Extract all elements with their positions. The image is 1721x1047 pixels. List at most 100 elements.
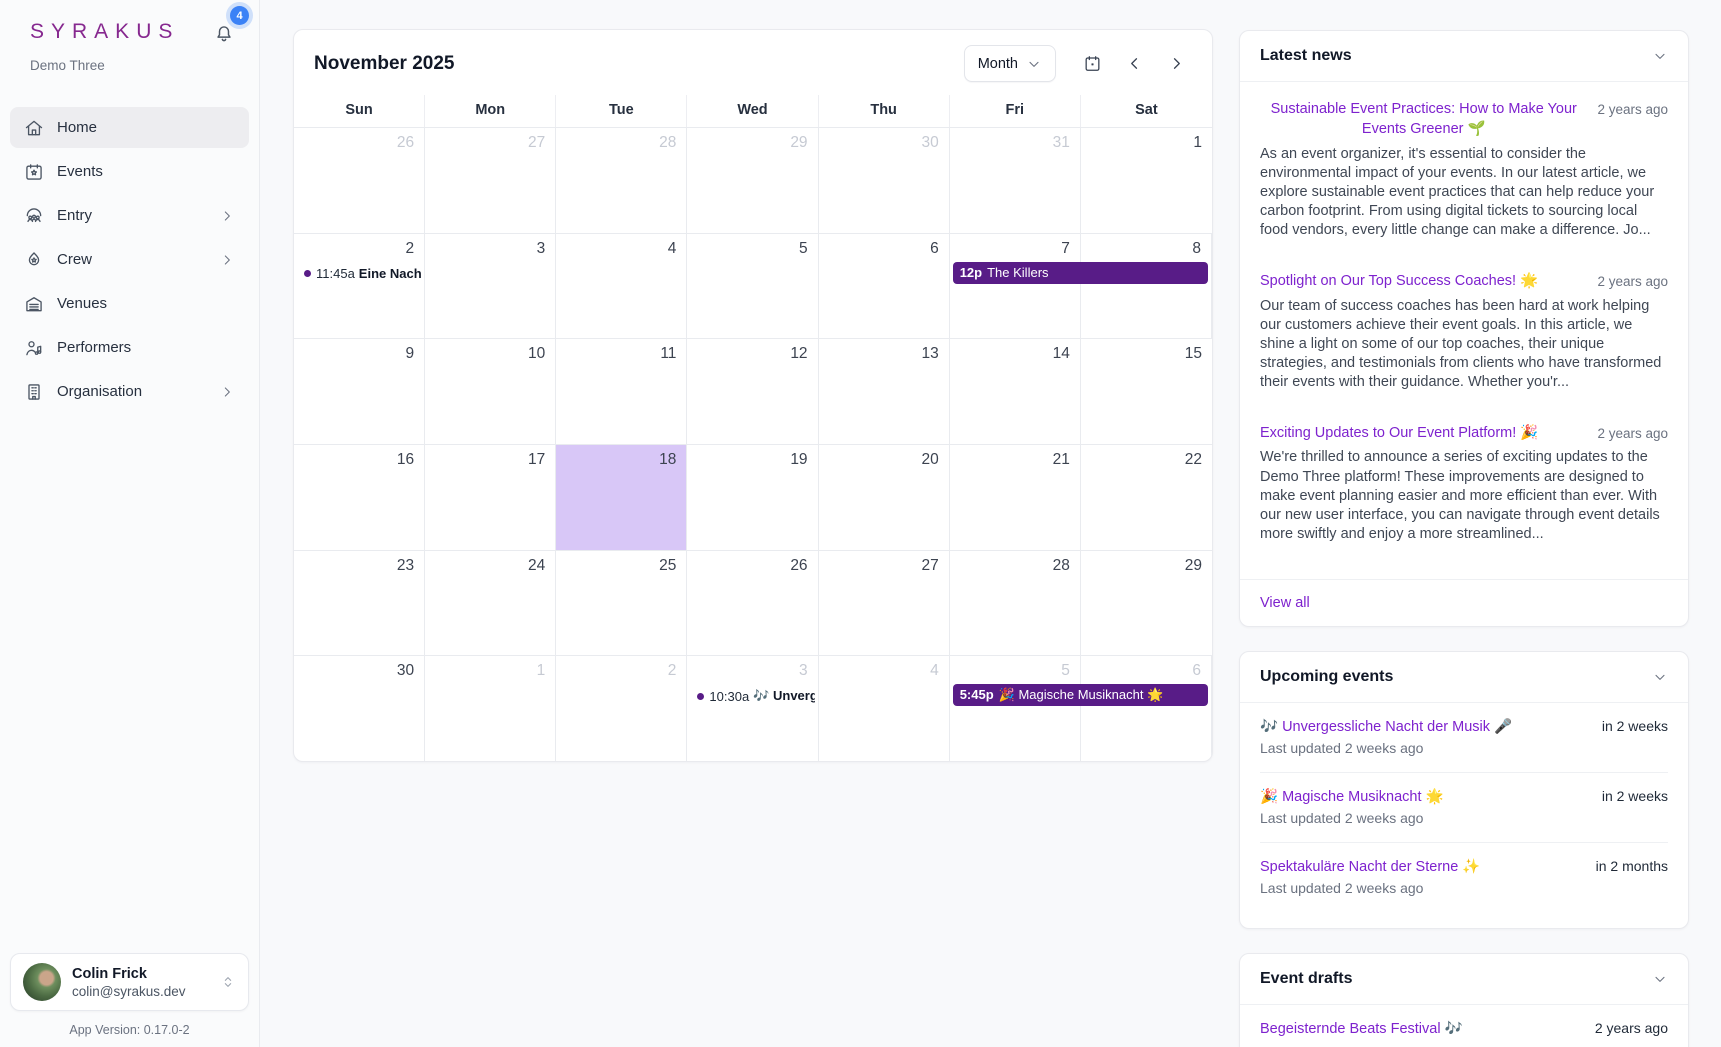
calendar-day-cell[interactable]: 4 <box>556 233 687 339</box>
calendar-day-cell[interactable]: 13 <box>819 338 950 444</box>
calendar-day-cell[interactable]: 28 <box>950 550 1081 656</box>
event-title-link[interactable]: Spektakuläre Nacht der Sterne ✨ <box>1260 858 1480 875</box>
sidebar-item-label: Home <box>57 119 235 136</box>
calendar-day-cell[interactable]: 1 <box>1081 127 1212 233</box>
calendar-day-cell[interactable]: 15 <box>1081 338 1212 444</box>
calendar-day-cell[interactable]: 17 <box>425 444 556 550</box>
calendar-day-cell[interactable]: 5 <box>950 655 1081 761</box>
day-number: 20 <box>921 451 938 469</box>
chevron-down-icon <box>1026 56 1042 72</box>
crew-icon <box>24 250 44 270</box>
day-header: Tue <box>556 95 687 127</box>
chevron-down-icon <box>1652 669 1668 685</box>
upcoming-events-title: Upcoming events <box>1260 668 1393 686</box>
calendar-event[interactable]: 12p The Killers <box>953 262 1208 284</box>
calendar-day-cell[interactable]: 31 <box>950 127 1081 233</box>
calendar-week-row: 2627282930311 <box>294 127 1212 233</box>
event-time: 12p <box>960 265 982 280</box>
latest-news-header[interactable]: Latest news <box>1240 31 1688 82</box>
right-column: Latest news Sustainable Event Practices:… <box>1239 30 1689 1047</box>
sidebar-item-venues[interactable]: Venues <box>10 283 249 324</box>
home-icon <box>24 118 44 138</box>
calendar-header: November 2025 Month <box>294 30 1212 95</box>
calendar-day-cell[interactable]: 22 <box>1081 444 1212 550</box>
calendar-day-cell[interactable]: 16 <box>294 444 425 550</box>
calendar-day-cell[interactable]: 28 <box>556 127 687 233</box>
calendar-day-cell[interactable]: 10 <box>425 338 556 444</box>
avatar <box>23 963 61 1001</box>
calendar-day-cell[interactable]: 3 <box>425 233 556 339</box>
calendar-day-cell[interactable]: 30 <box>819 127 950 233</box>
event-title-link[interactable]: 🎶 Unvergessliche Nacht der Musik 🎤 <box>1260 718 1512 735</box>
calendar-day-cell[interactable]: 9 <box>294 338 425 444</box>
calendar-day-cell[interactable]: 26 <box>294 127 425 233</box>
event-dot-icon <box>697 693 704 700</box>
news-item-header: Spotlight on Our Top Success Coaches! 🌟 2… <box>1260 271 1668 291</box>
calendar-event[interactable]: 10:30a🎶 Unverg <box>690 686 814 706</box>
calendar-day-cell[interactable]: 14 <box>950 338 1081 444</box>
day-number: 12 <box>790 345 807 363</box>
calendar-day-cell[interactable]: 18 <box>556 444 687 550</box>
sidebar-item-home[interactable]: Home <box>10 107 249 148</box>
list-item: Spektakuläre Nacht der Sterne ✨in 2 mont… <box>1260 842 1668 912</box>
performers-icon <box>24 338 44 358</box>
calendar-day-cell[interactable]: 27 <box>425 127 556 233</box>
calendar-day-cell[interactable]: 2 <box>556 655 687 761</box>
sidebar-item-label: Crew <box>57 251 206 268</box>
calendar-day-cell[interactable]: 23 <box>294 550 425 656</box>
calendar-day-cell[interactable]: 8 <box>1081 233 1212 339</box>
calendar-day-cell[interactable]: 29 <box>1081 550 1212 656</box>
calendar-day-cell[interactable]: 26 <box>687 550 818 656</box>
notifications-button[interactable]: 4 <box>213 22 235 44</box>
news-title-link[interactable]: Spotlight on Our Top Success Coaches! 🌟 <box>1260 271 1538 291</box>
next-month-button[interactable] <box>1160 48 1192 80</box>
sidebar-item-performers[interactable]: Performers <box>10 327 249 368</box>
sidebar-item-label: Events <box>57 163 235 180</box>
view-select-button[interactable]: Month <box>964 45 1056 82</box>
calendar-day-cell[interactable]: 4 <box>819 655 950 761</box>
app-root: SYRAKUS 4 Demo Three HomeEventsEntryCrew… <box>0 0 1721 1047</box>
previous-month-button[interactable] <box>1118 48 1150 80</box>
event-title-link[interactable]: Begeisternde Beats Festival 🎶 <box>1260 1020 1463 1037</box>
calendar-day-cell[interactable]: 5 <box>687 233 818 339</box>
calendar-day-cell[interactable]: 25 <box>556 550 687 656</box>
user-email: colin@syrakus.dev <box>72 984 209 999</box>
upcoming-events-header[interactable]: Upcoming events <box>1240 652 1688 703</box>
sidebar-item-crew[interactable]: Crew <box>10 239 249 280</box>
calendar-day-cell[interactable]: 11 <box>556 338 687 444</box>
day-number: 3 <box>537 240 546 258</box>
list-item-header: 🎶 Unvergessliche Nacht der Musik 🎤in 2 w… <box>1260 718 1668 735</box>
app-version: App Version: 0.17.0-2 <box>0 1023 259 1037</box>
calendar-event[interactable]: 5:45p🎉 Magische Musiknacht 🌟 <box>953 684 1208 706</box>
calendar-day-cell[interactable]: 29 <box>687 127 818 233</box>
calendar-day-cell[interactable]: 19 <box>687 444 818 550</box>
event-title-link[interactable]: 🎉 Magische Musiknacht 🌟 <box>1260 788 1444 805</box>
calendar-day-cell[interactable]: 6 <box>1081 655 1212 761</box>
view-all-link[interactable]: View all <box>1240 579 1688 626</box>
calendar-day-cell[interactable]: 20 <box>819 444 950 550</box>
calendar-day-cell[interactable]: 24 <box>425 550 556 656</box>
sidebar-item-events[interactable]: Events <box>10 151 249 192</box>
calendar-day-cell[interactable]: 7 <box>950 233 1081 339</box>
news-title-link[interactable]: Sustainable Event Practices: How to Make… <box>1260 99 1587 140</box>
calendar-event[interactable]: 11:45aEine Nacht <box>297 264 421 284</box>
calendar-day-cell[interactable]: 21 <box>950 444 1081 550</box>
event-title: The Killers <box>987 265 1048 280</box>
calendar-week-row: 23242526272829 <box>294 550 1212 656</box>
sidebar-item-organisation[interactable]: Organisation <box>10 371 249 412</box>
news-timestamp: 2 years ago <box>1597 271 1668 291</box>
news-item: Exciting Updates to Our Event Platform! … <box>1240 406 1688 558</box>
calendar-day-cell[interactable]: 12 <box>687 338 818 444</box>
news-title-link[interactable]: Exciting Updates to Our Event Platform! … <box>1260 423 1538 443</box>
today-button[interactable] <box>1076 48 1108 80</box>
day-number: 30 <box>397 662 414 680</box>
calendar-day-cell[interactable]: 27 <box>819 550 950 656</box>
calendar-day-cell[interactable]: 2 <box>294 233 425 339</box>
calendar-day-cell[interactable]: 30 <box>294 655 425 761</box>
calendar-day-cell[interactable]: 1 <box>425 655 556 761</box>
calendar-day-cell[interactable]: 3 <box>687 655 818 761</box>
user-menu-button[interactable]: Colin Frick colin@syrakus.dev <box>10 953 249 1011</box>
event-drafts-header[interactable]: Event drafts <box>1240 954 1688 1005</box>
calendar-day-cell[interactable]: 6 <box>819 233 950 339</box>
sidebar-item-entry[interactable]: Entry <box>10 195 249 236</box>
